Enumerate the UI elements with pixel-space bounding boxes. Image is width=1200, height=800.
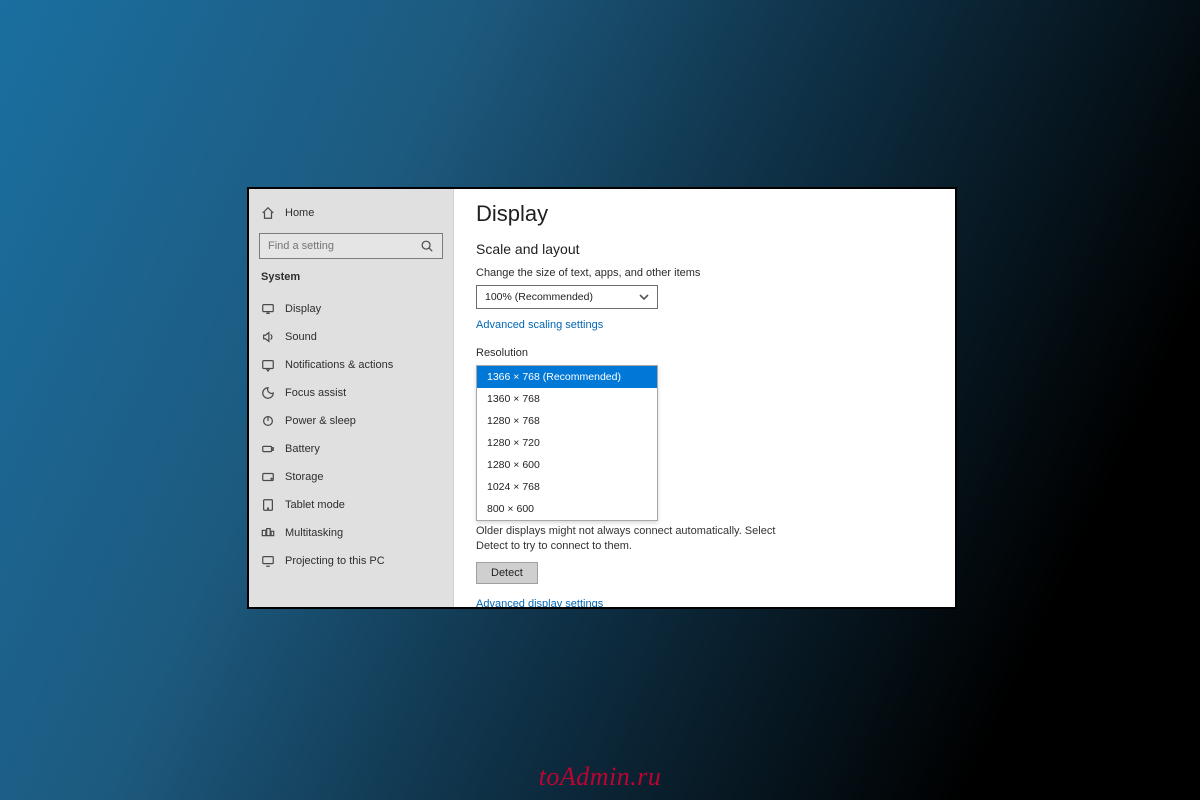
scale-dropdown[interactable]: 100% (Recommended): [476, 285, 658, 309]
settings-window: Home System Display Sound Notifications & …: [247, 187, 957, 609]
detect-hint: Older displays might not always connect …: [476, 524, 776, 554]
sidebar-item-label: Storage: [285, 471, 324, 483]
scale-label: Change the size of text, apps, and other…: [476, 267, 933, 279]
sidebar-item-tablet[interactable]: Tablet mode: [249, 491, 453, 519]
main-panel: Display Scale and layout Change the size…: [454, 189, 955, 607]
power-icon: [261, 414, 275, 428]
nav-list: Display Sound Notifications & actions Focus…: [249, 295, 453, 575]
search-input[interactable]: [268, 240, 420, 252]
resolution-option[interactable]: 1366 × 768 (Recommended): [477, 366, 657, 388]
sidebar-item-storage[interactable]: Storage: [249, 463, 453, 491]
home-nav[interactable]: Home: [249, 199, 453, 227]
sidebar-item-label: Tablet mode: [285, 499, 345, 511]
sidebar: Home System Display Sound Notifications & …: [249, 189, 454, 607]
battery-icon: [261, 442, 275, 456]
sidebar-item-notif[interactable]: Notifications & actions: [249, 351, 453, 379]
sidebar-item-multi[interactable]: Multitasking: [249, 519, 453, 547]
focus-icon: [261, 386, 275, 400]
project-icon: [261, 554, 275, 568]
search-icon: [420, 239, 434, 253]
notif-icon: [261, 358, 275, 372]
resolution-dropdown-open[interactable]: 1366 × 768 (Recommended)1360 × 7681280 ×…: [476, 365, 658, 521]
page-title: Display: [476, 201, 933, 227]
sidebar-item-battery[interactable]: Battery: [249, 435, 453, 463]
tablet-icon: [261, 498, 275, 512]
resolution-option[interactable]: 1360 × 768: [477, 388, 657, 410]
advanced-scaling-link[interactable]: Advanced scaling settings: [476, 319, 603, 331]
watermark: toAdmin.ru: [539, 762, 662, 792]
sidebar-item-label: Sound: [285, 331, 317, 343]
sidebar-item-label: Power & sleep: [285, 415, 356, 427]
resolution-label: Resolution: [476, 347, 933, 359]
sidebar-item-label: Battery: [285, 443, 320, 455]
home-label: Home: [285, 207, 314, 219]
home-icon: [261, 206, 275, 220]
sidebar-item-power[interactable]: Power & sleep: [249, 407, 453, 435]
section-heading: Scale and layout: [476, 241, 933, 257]
detect-button[interactable]: Detect: [476, 562, 538, 584]
sidebar-item-label: Focus assist: [285, 387, 346, 399]
sidebar-item-project[interactable]: Projecting to this PC: [249, 547, 453, 575]
resolution-option[interactable]: 1280 × 600: [477, 454, 657, 476]
display-icon: [261, 302, 275, 316]
sidebar-item-sound[interactable]: Sound: [249, 323, 453, 351]
chevron-down-icon: [639, 292, 649, 302]
category-label: System: [249, 267, 453, 289]
resolution-option[interactable]: 1280 × 720: [477, 432, 657, 454]
storage-icon: [261, 470, 275, 484]
sound-icon: [261, 330, 275, 344]
sidebar-item-label: Multitasking: [285, 527, 343, 539]
resolution-option[interactable]: 800 × 600: [477, 498, 657, 520]
sidebar-item-label: Projecting to this PC: [285, 555, 385, 567]
multi-icon: [261, 526, 275, 540]
advanced-display-link[interactable]: Advanced display settings: [476, 598, 603, 607]
resolution-option[interactable]: 1024 × 768: [477, 476, 657, 498]
sidebar-item-focus[interactable]: Focus assist: [249, 379, 453, 407]
scale-value: 100% (Recommended): [485, 291, 593, 303]
sidebar-item-label: Display: [285, 303, 321, 315]
sidebar-item-label: Notifications & actions: [285, 359, 393, 371]
resolution-option[interactable]: 1280 × 768: [477, 410, 657, 432]
search-box[interactable]: [259, 233, 443, 259]
sidebar-item-display[interactable]: Display: [249, 295, 453, 323]
